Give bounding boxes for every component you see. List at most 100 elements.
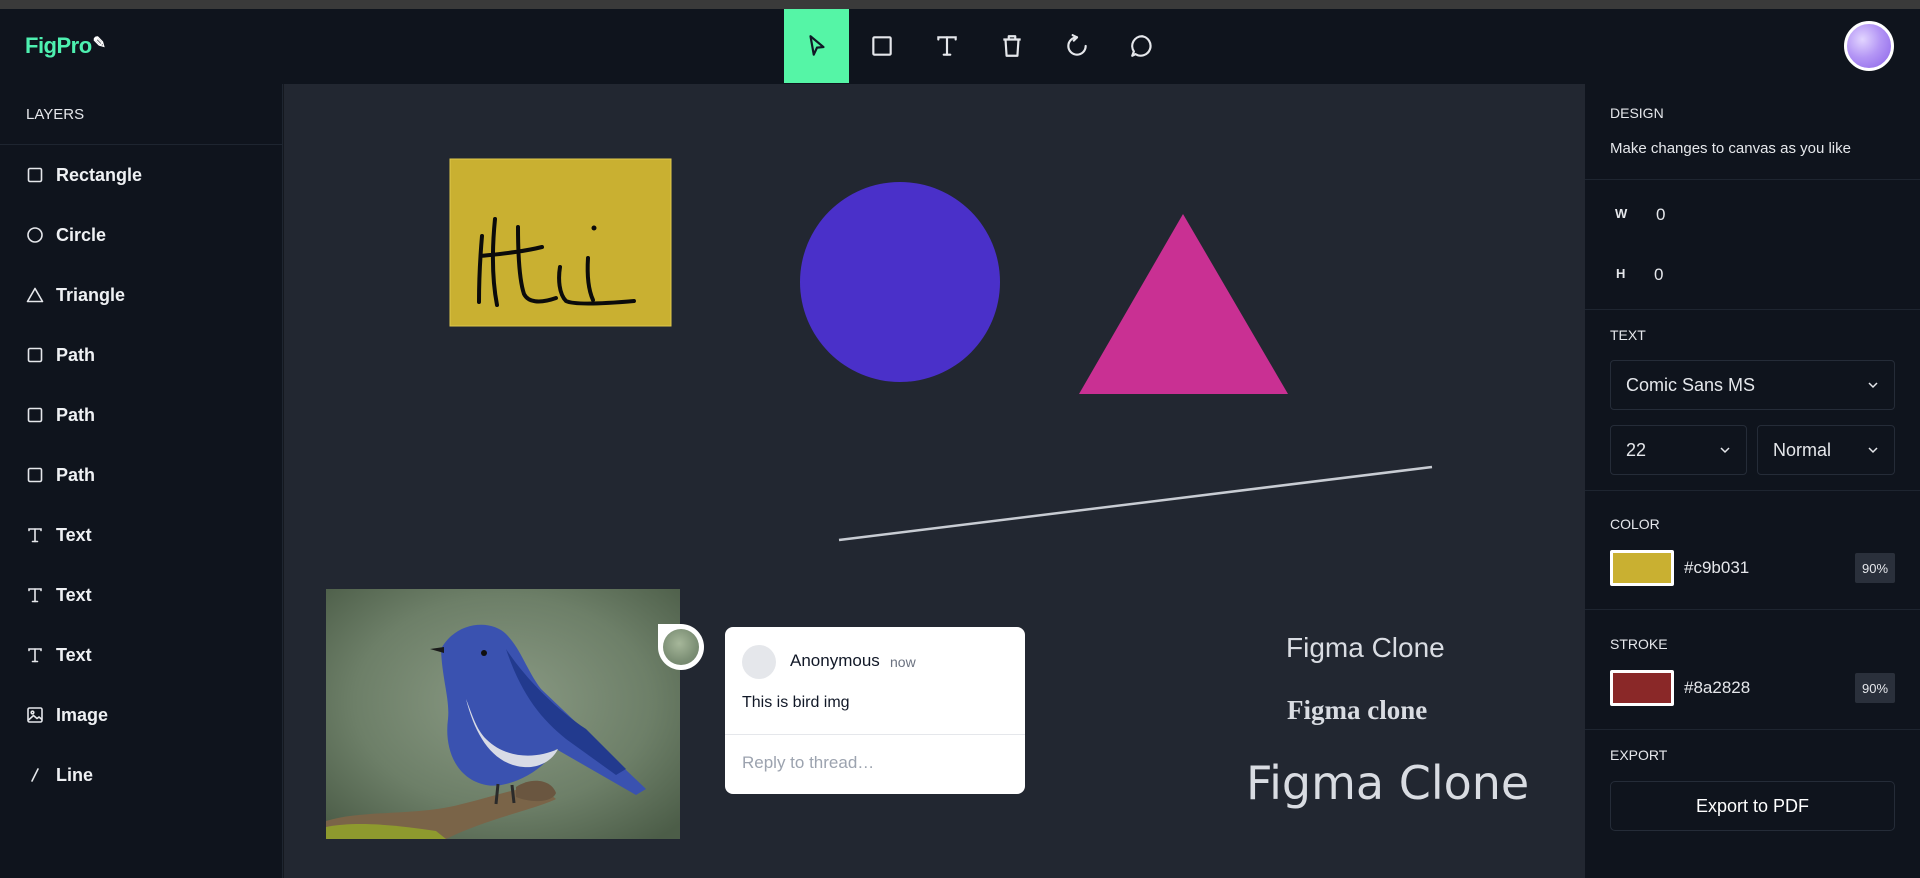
divider (1585, 179, 1920, 180)
design-panel: DESIGN Make changes to canvas as you lik… (1585, 84, 1920, 878)
line-icon (26, 766, 44, 784)
canvas-bird-image[interactable] (326, 589, 680, 839)
layer-item-text[interactable]: Text (0, 565, 282, 625)
canvas-text-2[interactable]: Figma clone (1287, 695, 1427, 726)
layer-item-line[interactable]: Line (0, 745, 282, 805)
app-logo[interactable]: FigPro✎ (25, 33, 106, 59)
text-tool-button[interactable] (914, 9, 979, 83)
text-icon (26, 646, 44, 664)
font-size-value: 22 (1626, 439, 1647, 460)
text-section-title: TEXT (1610, 327, 1646, 343)
stroke-color-swatch[interactable] (1610, 670, 1674, 706)
triangle-icon (26, 286, 44, 304)
canvas-circle[interactable] (800, 182, 1000, 382)
layer-item-triangle[interactable]: Triangle (0, 265, 282, 325)
layer-item-text[interactable]: Text (0, 505, 282, 565)
layer-item-label: Circle (56, 224, 107, 245)
comment-icon (1130, 35, 1152, 57)
reset-button[interactable] (1044, 9, 1109, 83)
square-icon (26, 466, 44, 484)
canvas-hi-dot (591, 225, 597, 231)
canvas-text-3[interactable]: Figma Clone (1246, 756, 1529, 810)
width-label: W (1615, 206, 1628, 221)
layers-list: Rectangle Circle Triangle Path Path Path Text T… (0, 145, 282, 805)
layers-title: LAYERS (0, 84, 282, 145)
layer-item-label: Line (56, 764, 94, 785)
layer-item-label: Path (56, 404, 96, 425)
stroke-color-hex[interactable]: #8a2828 (1684, 678, 1855, 698)
comment-divider (725, 734, 1025, 735)
layer-item-label: Rectangle (56, 164, 143, 185)
layer-item-label: Text (56, 644, 92, 665)
delete-button[interactable] (979, 9, 1044, 83)
select-tool-button[interactable] (784, 9, 849, 83)
divider (1585, 490, 1920, 491)
design-subtitle: Make changes to canvas as you like (1610, 140, 1851, 157)
user-avatar[interactable] (1844, 21, 1894, 71)
cursor-icon (808, 35, 825, 56)
square-icon (26, 406, 44, 424)
layer-item-label: Text (56, 584, 92, 605)
fill-opacity[interactable]: 90% (1855, 553, 1895, 583)
comment-author-avatar (742, 645, 776, 679)
height-label: H (1616, 266, 1626, 281)
canvas-line[interactable] (838, 465, 1433, 542)
layer-item-path[interactable]: Path (0, 385, 282, 445)
text-icon (26, 526, 44, 544)
layer-item-rectangle[interactable]: Rectangle (0, 145, 282, 205)
comment-tool-button[interactable] (1109, 9, 1174, 83)
comment-body: This is bird img (742, 694, 850, 711)
font-family-select[interactable]: Comic Sans MS (1610, 360, 1895, 410)
font-weight-select[interactable]: Normal (1757, 425, 1895, 475)
logo-pen-icon: ✎ (92, 35, 106, 52)
canvas-triangle[interactable] (1079, 214, 1288, 394)
divider (1585, 729, 1920, 730)
rectangle-icon (871, 36, 892, 56)
fill-color-row: #c9b031 90% (1610, 550, 1895, 586)
comment-time: now (890, 654, 916, 670)
design-title: DESIGN (1610, 105, 1664, 121)
comment-thread: Anonymous now This is bird img Reply to … (725, 627, 1025, 794)
layers-sidebar: LAYERS Rectangle Circle Triangle Path Path Pa… (0, 84, 283, 878)
fill-color-hex[interactable]: #c9b031 (1684, 558, 1855, 578)
chevron-down-icon (1720, 447, 1730, 454)
font-family-value: Comic Sans MS (1626, 374, 1756, 395)
height-input[interactable]: 0 (1654, 265, 1663, 285)
text-icon (936, 36, 957, 56)
export-pdf-button[interactable]: Export to PDF (1610, 781, 1895, 831)
fill-color-swatch[interactable] (1610, 550, 1674, 586)
color-section-title: COLOR (1610, 516, 1660, 532)
square-icon (26, 166, 44, 184)
layer-item-label: Image (56, 704, 109, 725)
layer-item-text[interactable]: Text (0, 625, 282, 685)
layer-item-label: Path (56, 464, 96, 485)
font-weight-value: Normal (1773, 439, 1832, 460)
circle-icon (26, 226, 44, 244)
layer-item-label: Triangle (56, 284, 126, 305)
layer-item-label: Text (56, 524, 92, 545)
layer-item-label: Path (56, 344, 96, 365)
image-icon (26, 706, 44, 724)
width-input[interactable]: 0 (1656, 205, 1665, 225)
rectangle-tool-button[interactable] (849, 9, 914, 83)
reply-input[interactable]: Reply to thread… (742, 753, 874, 773)
comment-pin-avatar (663, 629, 699, 665)
export-section-title: EXPORT (1610, 747, 1668, 763)
stroke-color-row: #8a2828 90% (1610, 670, 1895, 706)
comment-author: Anonymous (790, 651, 880, 670)
text-icon (26, 586, 44, 604)
divider (1585, 609, 1920, 610)
refresh-icon (1066, 34, 1087, 56)
layer-item-circle[interactable]: Circle (0, 205, 282, 265)
font-size-select[interactable]: 22 (1610, 425, 1747, 475)
window-top-strip (0, 0, 1920, 9)
comment-pin[interactable] (658, 624, 704, 670)
layer-item-image[interactable]: Image (0, 685, 282, 745)
layer-item-path[interactable]: Path (0, 445, 282, 505)
trash-icon (1002, 35, 1021, 57)
chevron-down-icon (1868, 447, 1878, 454)
stroke-opacity[interactable]: 90% (1855, 673, 1895, 703)
canvas-text-1[interactable]: Figma Clone (1286, 632, 1445, 664)
layer-item-path[interactable]: Path (0, 325, 282, 385)
divider (1585, 309, 1920, 310)
